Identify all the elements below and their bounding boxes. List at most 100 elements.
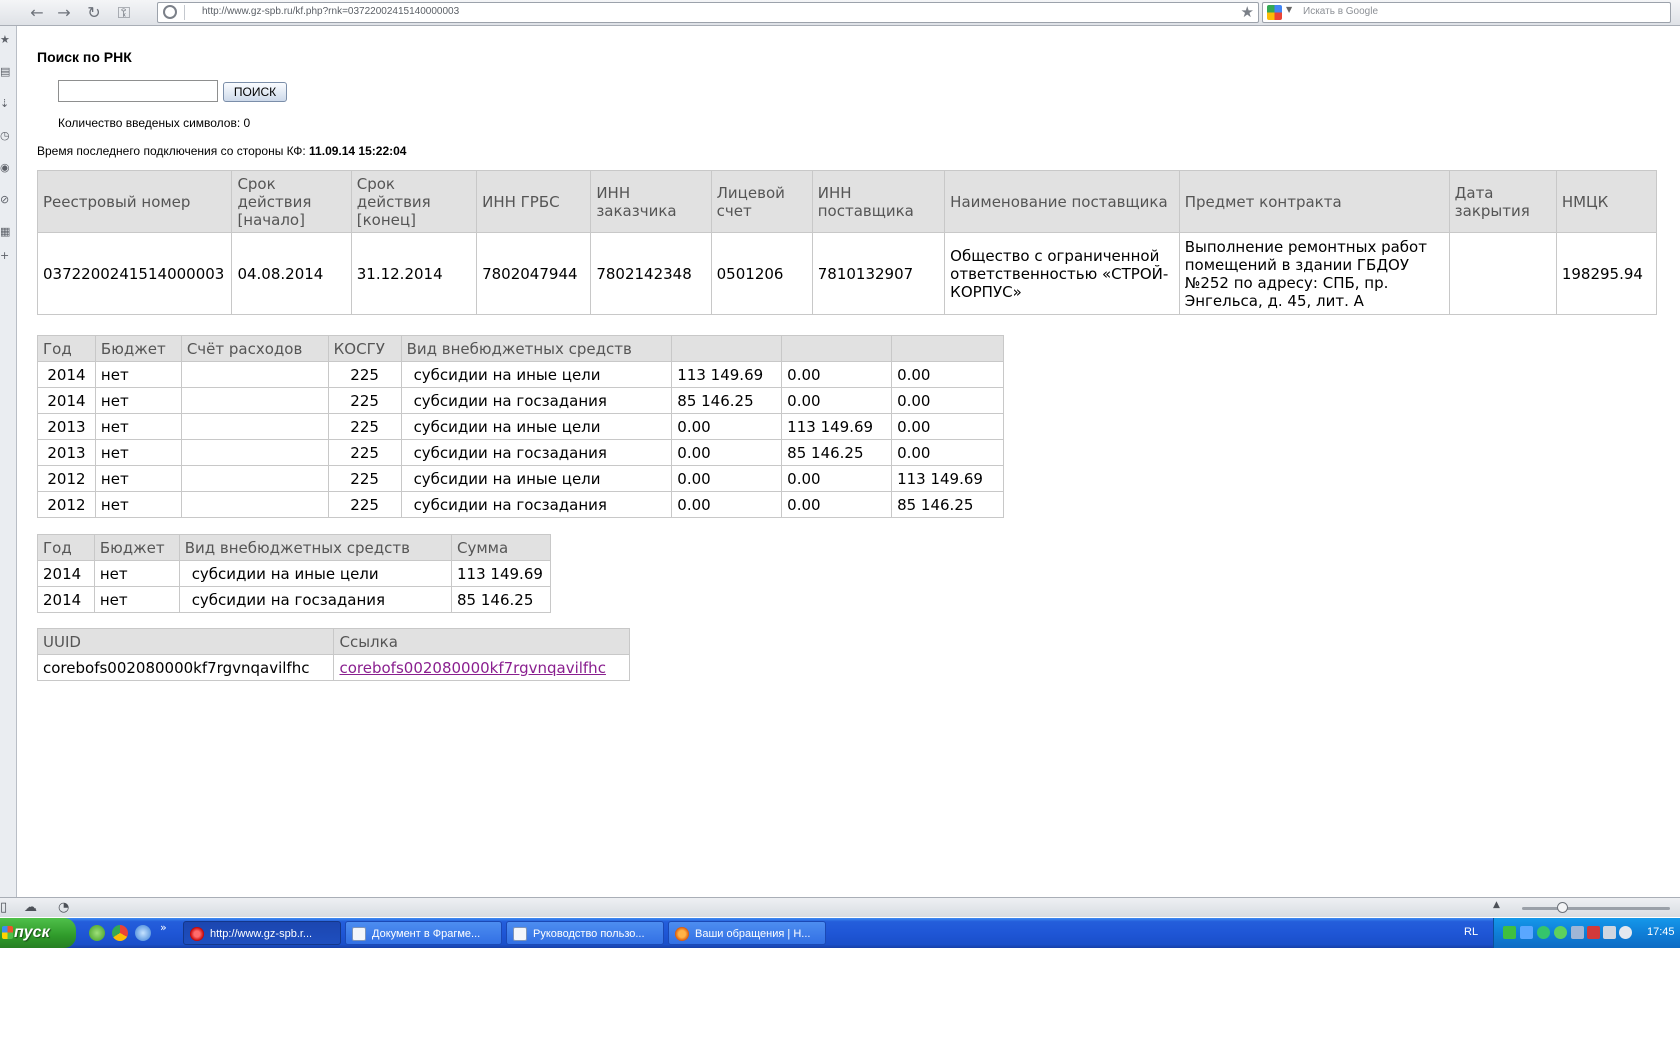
taskbar-item-label: Документ в Фрагме... [372,928,481,940]
taskbar-item-label: http://www.gz-spb.r... [210,928,313,940]
taskbar-item-browser[interactable]: http://www.gz-spb.r... [183,921,341,945]
opera-icon [190,927,204,941]
amount-cell: 113 149.69 [891,465,1004,492]
kosgu-cell: 225 [327,439,402,466]
expense-account-cell [180,387,329,414]
inn-grbs-cell: 7802047944 [476,232,592,315]
kosgu-cell: 225 [327,465,402,492]
uuid-link[interactable]: corebofs002080000kf7rgvnqavilfhc [339,659,605,677]
quicklaunch-clover-icon[interactable] [89,925,105,941]
column-header: UUID [36,628,335,655]
taskbar-item-label: Ваши обращения | Н... [695,928,811,940]
tray-app-circle-icon[interactable] [1537,926,1550,939]
amount-cell: 0.00 [891,387,1004,414]
info-panel-icon[interactable]: ▦ [0,226,10,238]
account-cell: 0501206 [710,232,813,315]
contract-table: Реестровый номер Срок действия [начало] … [36,170,1658,315]
registry-number-cell: 0372200241514000003 [36,232,233,315]
year-cell: 2012 [37,465,96,492]
year-cell: 2012 [37,491,96,518]
amount-cell: 0.00 [781,361,893,388]
tray-app-a-icon[interactable] [1503,926,1516,939]
links-icon[interactable]: ⊘ [0,194,10,206]
quicklaunch-more-icon[interactable]: » [160,921,167,934]
expense-account-cell [180,413,329,440]
chevron-down-icon[interactable]: ▼ [1286,5,1292,14]
bookmark-star-icon[interactable]: ★ [1241,3,1254,21]
tray-network-icon[interactable] [1571,926,1584,939]
amount-cell: 0.00 [781,491,893,518]
kosgu-cell: 225 [327,387,402,414]
amount-cell: 0.00 [671,465,783,492]
column-header: Наименование поставщика [944,170,1180,233]
browser-status-bar: ▯ ☁ ◔ ▲ [0,897,1680,917]
expense-account-cell [180,361,329,388]
tray-antivirus-icon[interactable] [1587,926,1600,939]
search-button[interactable]: ПОИСК [223,82,287,102]
address-separator [184,5,185,20]
address-text[interactable]: http://www.gz-spb.ru/kf.php?rnk=03722002… [202,6,459,17]
amount-cell: 113 149.69 [781,413,893,440]
browser-search-box[interactable]: ▼ Искать в Google [1262,2,1671,23]
add-panel-icon[interactable]: + [0,250,10,262]
rnk-search-input[interactable] [58,80,218,102]
google-icon[interactable] [1267,5,1282,20]
char-count-label: Количество введеных символов: 0 [58,116,251,130]
language-indicator[interactable]: RL [1464,926,1478,938]
budget-cell: нет [94,361,182,388]
taskbar-item-firefox[interactable]: Ваши обращения | Н... [668,921,826,945]
zoom-slider[interactable] [1522,907,1670,910]
volume-icon[interactable] [1619,926,1632,939]
expense-account-cell [180,491,329,518]
forward-arrow-icon[interactable]: → [53,3,75,23]
windows-taskbar: пуск » http://www.gz-spb.r... Документ в… [0,918,1680,948]
table-row: corebofs002080000kf7rgvnqavilfhc corebof… [36,654,630,681]
amount-cell: 0.00 [671,413,783,440]
empty-area [0,948,1680,1050]
address-bar[interactable]: http://www.gz-spb.ru/kf.php?rnk=03722002… [157,2,1259,23]
taskbar-item-manual[interactable]: Руководство пользо... [506,921,664,945]
history-clock-icon[interactable]: ◷ [0,130,10,142]
internet-explorer-icon[interactable] [135,925,151,941]
key-icon[interactable]: ⚿ [113,3,135,23]
tray-app-j-icon[interactable] [1520,926,1533,939]
tray-device-icon[interactable] [1603,926,1616,939]
table-header-row: UUID Ссылка [36,628,630,655]
chrome-icon[interactable] [112,925,128,941]
panel-toggle-icon[interactable]: ▯ [0,900,7,915]
downloads-icon[interactable]: ⇣ [0,98,10,110]
taskbar-item-label: Руководство пользо... [533,928,645,940]
budget-cell: нет [94,465,182,492]
widgets-icon[interactable]: ◉ [0,162,10,174]
taskbar-item-document[interactable]: Документ в Фрагме... [345,921,502,945]
back-arrow-icon[interactable]: ← [26,3,48,23]
reload-icon[interactable]: ↻ [83,3,105,23]
uuid-cell: corebofs002080000kf7rgvnqavilfhc [36,654,335,681]
fund-type-cell: субсидии на иные цели [400,465,673,492]
budget-cell: нет [94,413,182,440]
speed-dial-icon[interactable]: ◔ [58,900,69,915]
document-icon [513,927,527,941]
table-row: 2014 нет субсидии на иные цели 113 149.6… [37,560,551,587]
column-header: КОСГУ [327,335,402,362]
column-header: НМЦК [1555,170,1658,233]
tray-clover-icon[interactable] [1554,926,1567,939]
table-row: 2013 нет 225 субсидии на госзадания 0.00… [37,439,1004,466]
amount-cell: 113 149.69 [451,560,551,587]
browser-search-placeholder[interactable]: Искать в Google [1303,6,1378,17]
clock[interactable]: 17:45 [1647,926,1675,938]
column-header: Ссылка [333,628,630,655]
browser-toolbar: ← → ↻ ⚿ http://www.gz-spb.ru/kf.php?rnk=… [0,0,1680,26]
column-header: ИНН ГРБС [476,170,592,233]
zoom-slider-thumb[interactable] [1557,902,1568,913]
chevron-up-icon[interactable]: ▲ [1493,900,1500,910]
last-connection-value: 11.09.14 15:22:04 [309,144,407,158]
nmck-cell: 198295.94 [1555,232,1658,315]
cloud-icon[interactable]: ☁ [24,900,37,915]
start-button[interactable]: пуск [0,918,76,948]
fund-type-cell: субсидии на госзадания [400,439,673,466]
bookmarks-star-icon[interactable]: ★ [0,34,10,46]
amount-cell: 85 146.25 [781,439,893,466]
table-header-row: Реестровый номер Срок действия [начало] … [36,170,1658,233]
notes-icon[interactable]: ▤ [0,66,10,78]
